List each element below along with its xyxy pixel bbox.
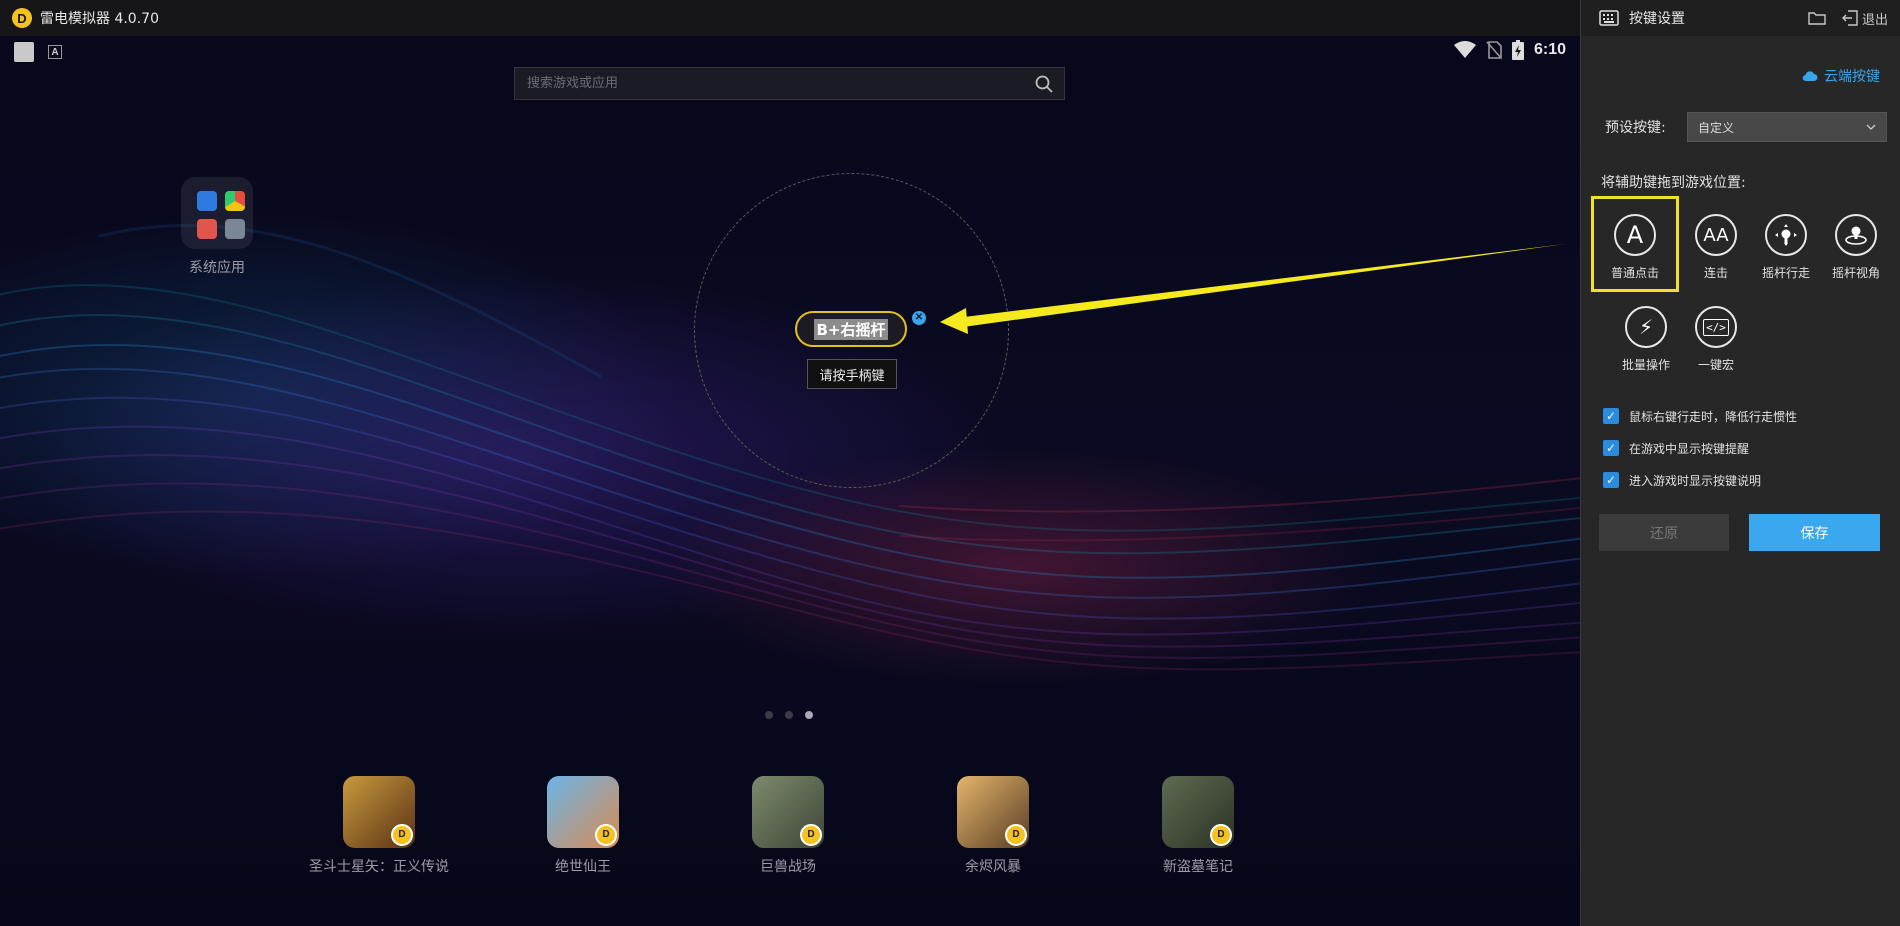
option-label: 在游戏中显示按键提醒 (1629, 441, 1750, 456)
tool-macro[interactable]: </> 一键宏 (1681, 306, 1751, 373)
emulator-screen: A 6:10 系统应用 B+右摇杆 ✕ (0, 36, 1580, 926)
tool-label: 一键宏 (1697, 358, 1734, 372)
ldplayer-badge-icon: D (800, 824, 822, 846)
game-icon[interactable]: D (957, 776, 1029, 848)
game-icon[interactable]: D (343, 776, 415, 848)
restore-button[interactable]: 还原 (1599, 514, 1729, 551)
search-box[interactable] (514, 67, 1065, 100)
dock-app-label: 巨兽战场 (760, 859, 816, 875)
dock-app-label: 圣斗士星矢：正义传说 (309, 859, 449, 875)
contacts-app-icon (225, 219, 245, 239)
folder-label: 系统应用 (189, 260, 245, 276)
lightning-icon: ⚡ (1625, 306, 1667, 348)
tool-batch[interactable]: ⚡ 批量操作 (1611, 306, 1681, 373)
joystick-key-button[interactable]: B+右摇杆 (795, 311, 907, 347)
app-logo-icon: D (12, 8, 32, 28)
preset-label: 预设按键: (1605, 120, 1666, 136)
option-label: 鼠标右键行走时，降低行走惯性 (1629, 409, 1798, 424)
cloud-icon (1802, 71, 1818, 82)
checkbox[interactable]: ✓ (1603, 408, 1619, 424)
game-icon[interactable]: D (547, 776, 619, 848)
option-row[interactable]: ✓ 鼠标右键行走时，降低行走惯性 (1603, 400, 1797, 432)
dock-app-4[interactable]: D 余烬风暴 (918, 776, 1068, 876)
ldplayer-badge-icon: D (391, 824, 413, 846)
option-label: 进入游戏时显示按键说明 (1629, 473, 1762, 488)
game-icon[interactable]: D (1162, 776, 1234, 848)
page-dot[interactable] (785, 711, 793, 719)
app-title: 雷电模拟器 4.0.70 (40, 11, 159, 27)
dock-app-label: 新盗墓笔记 (1163, 859, 1233, 875)
wifi-icon (1453, 41, 1476, 58)
settings-app-icon (197, 191, 217, 211)
search-input[interactable] (515, 68, 1024, 99)
ldplayer-badge-icon: D (1005, 824, 1027, 846)
checkbox[interactable]: ✓ (1603, 472, 1619, 488)
tool-tap[interactable]: A 普通点击 (1591, 196, 1679, 292)
status-bar-left: A (14, 42, 62, 62)
dock-app-label: 余烬风暴 (965, 859, 1021, 875)
page-dot[interactable] (765, 711, 773, 719)
page-dot-active[interactable] (805, 711, 813, 719)
dock-app-5[interactable]: D 新盗墓笔记 (1123, 776, 1273, 876)
cloud-keys-label: 云端按键 (1824, 69, 1880, 85)
tool-label: 摇杆行走 (1761, 266, 1810, 280)
folder-open-icon[interactable] (1808, 11, 1826, 25)
option-row[interactable]: ✓ 在游戏中显示按键提醒 (1603, 432, 1797, 464)
exit-button[interactable]: 退出 (1841, 9, 1888, 28)
exit-icon (1841, 10, 1858, 26)
tool-joystick-view[interactable]: 摇杆视角 (1821, 214, 1891, 281)
cloud-keys-link[interactable]: 云端按键 (1802, 66, 1880, 86)
ldplayer-badge-icon: D (595, 824, 617, 846)
gamepad-tooltip: 请按手柄键 (807, 359, 897, 389)
tool-label: 摇杆视角 (1831, 266, 1880, 280)
save-button[interactable]: 保存 (1749, 514, 1880, 551)
tool-label: 普通点击 (1610, 266, 1659, 280)
dock-app-3[interactable]: D 巨兽战场 (713, 776, 863, 876)
drag-hint: 将辅助键拖到游戏位置: (1601, 175, 1746, 191)
title-bar: D 雷电模拟器 4.0.70 (0, 0, 1580, 36)
game-icon[interactable]: D (752, 776, 824, 848)
panel-header: 按键设置 退出 (1581, 0, 1900, 36)
tool-joystick-walk[interactable]: 摇杆行走 (1751, 214, 1821, 281)
ldplayer-badge-icon: D (1210, 824, 1232, 846)
key-settings-panel: 按键设置 退出 云端按键 预设按键: 自定义 将辅助键拖到游戏位置: A 普通点… (1580, 0, 1900, 926)
keymap-indicator-icon: A (48, 45, 62, 59)
joystick-view-icon (1835, 214, 1877, 256)
search-icon[interactable] (1024, 68, 1064, 99)
chrome-app-icon (225, 191, 245, 211)
page-indicator (765, 711, 813, 719)
folder-icon[interactable] (181, 177, 253, 249)
clock: 6:10 (1533, 41, 1566, 58)
battery-icon (1511, 40, 1524, 60)
chevron-down-icon (1866, 124, 1876, 130)
preset-value: 自定义 (1698, 120, 1735, 135)
tap-key-icon: A (1614, 214, 1656, 256)
dock-app-1[interactable]: D 圣斗士星矢：正义传说 (304, 776, 454, 876)
gallery-app-icon (197, 219, 217, 239)
close-icon[interactable]: ✕ (912, 311, 926, 325)
option-row[interactable]: ✓ 进入游戏时显示按键说明 (1603, 464, 1797, 496)
status-bar-right: 6:10 (1453, 40, 1566, 60)
combo-key-icon: AA (1695, 214, 1737, 256)
options-list: ✓ 鼠标右键行走时，降低行走惯性 ✓ 在游戏中显示按键提醒 ✓ 进入游戏时显示按… (1603, 400, 1797, 496)
exit-label: 退出 (1861, 12, 1888, 28)
dock-app-2[interactable]: D 绝世仙王 (508, 776, 658, 876)
joystick-walk-icon (1765, 214, 1807, 256)
panel-title: 按键设置 (1629, 11, 1685, 27)
dock-app-label: 绝世仙王 (555, 859, 611, 875)
checkbox[interactable]: ✓ (1603, 440, 1619, 456)
system-apps-folder[interactable]: 系统应用 (181, 177, 253, 277)
tool-combo[interactable]: AA 连击 (1681, 214, 1751, 281)
macro-icon: </> (1695, 306, 1737, 348)
keyboard-icon (1599, 10, 1619, 26)
preset-select[interactable]: 自定义 (1687, 112, 1887, 142)
screenshot-square-icon (14, 42, 34, 62)
tool-label: 批量操作 (1621, 358, 1670, 372)
no-sim-icon (1486, 41, 1502, 59)
preset-row: 预设按键: 自定义 (1605, 112, 1887, 142)
tool-label: 连击 (1703, 266, 1728, 280)
joystick-key-label: B+右摇杆 (814, 318, 888, 340)
